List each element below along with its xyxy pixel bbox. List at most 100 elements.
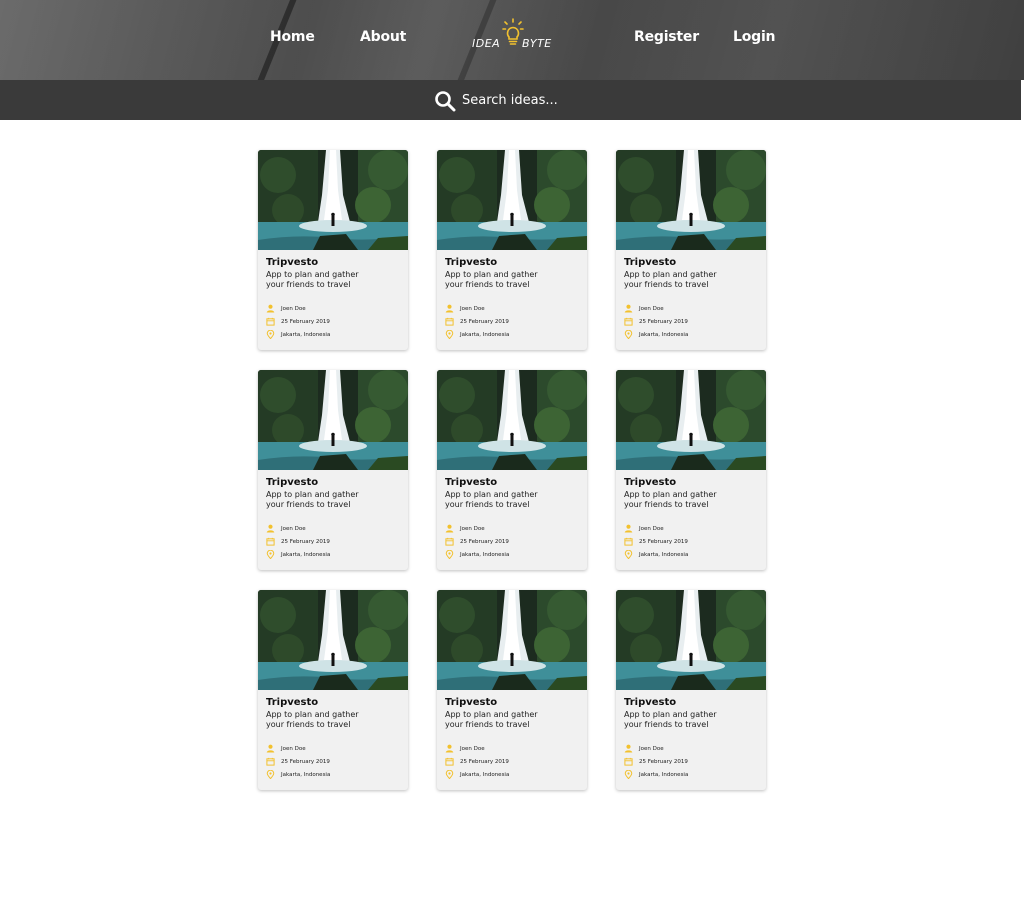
card-meta: Joen Doe 25 February 2019 Jakarta, Indon… bbox=[266, 302, 400, 341]
card-description-line: App to plan and gather bbox=[445, 490, 538, 499]
idea-card[interactable]: Tripvesto App to plan and gather your fr… bbox=[437, 590, 587, 790]
card-author-row: Joen Doe bbox=[445, 302, 579, 315]
location-pin-icon bbox=[624, 330, 633, 339]
idea-card[interactable]: Tripvesto App to plan and gather your fr… bbox=[258, 590, 408, 790]
card-date-row: 25 February 2019 bbox=[624, 315, 758, 328]
idea-card[interactable]: Tripvesto App to plan and gather your fr… bbox=[616, 150, 766, 350]
idea-card[interactable]: Tripvesto App to plan and gather your fr… bbox=[437, 370, 587, 570]
card-body: Tripvesto App to plan and gather your fr… bbox=[616, 470, 766, 561]
card-author-row: Joen Doe bbox=[266, 302, 400, 315]
card-body: Tripvesto App to plan and gather your fr… bbox=[437, 250, 587, 341]
search-input[interactable] bbox=[462, 90, 642, 110]
card-description: App to plan and gather your friends to t… bbox=[445, 490, 545, 510]
card-location-row: Jakarta, Indonesia bbox=[445, 768, 579, 781]
card-location: Jakarta, Indonesia bbox=[639, 331, 689, 338]
calendar-icon bbox=[624, 537, 633, 546]
card-location: Jakarta, Indonesia bbox=[460, 331, 510, 338]
waterfall-image bbox=[437, 150, 587, 250]
card-meta: Joen Doe 25 February 2019 Jakarta, Indon… bbox=[445, 522, 579, 561]
idea-card[interactable]: Tripvesto App to plan and gather your fr… bbox=[258, 150, 408, 350]
card-body: Tripvesto App to plan and gather your fr… bbox=[258, 470, 408, 561]
card-location-row: Jakarta, Indonesia bbox=[624, 328, 758, 341]
card-author: Joen Doe bbox=[281, 305, 306, 312]
card-date: 25 February 2019 bbox=[639, 318, 688, 325]
card-author-row: Joen Doe bbox=[624, 522, 758, 535]
location-pin-icon bbox=[624, 770, 633, 779]
card-date: 25 February 2019 bbox=[460, 538, 509, 545]
card-date-row: 25 February 2019 bbox=[266, 755, 400, 768]
card-title: Tripvesto bbox=[266, 257, 319, 268]
card-title: Tripvesto bbox=[445, 477, 498, 488]
user-icon bbox=[445, 524, 454, 533]
user-icon bbox=[624, 304, 633, 313]
card-date-row: 25 February 2019 bbox=[624, 755, 758, 768]
card-body: Tripvesto App to plan and gather your fr… bbox=[258, 250, 408, 341]
card-description-line: your friends to travel bbox=[624, 280, 709, 289]
card-date: 25 February 2019 bbox=[281, 318, 330, 325]
card-description-line: App to plan and gather bbox=[624, 490, 717, 499]
nav-about-link[interactable]: About bbox=[360, 29, 406, 45]
card-date: 25 February 2019 bbox=[639, 758, 688, 765]
card-location-row: Jakarta, Indonesia bbox=[624, 548, 758, 561]
calendar-icon bbox=[266, 317, 275, 326]
card-author: Joen Doe bbox=[639, 745, 664, 752]
card-date: 25 February 2019 bbox=[281, 758, 330, 765]
waterfall-image bbox=[258, 150, 408, 250]
user-icon bbox=[266, 304, 275, 313]
location-pin-icon bbox=[266, 550, 275, 559]
card-meta: Joen Doe 25 February 2019 Jakarta, Indon… bbox=[624, 522, 758, 561]
logo-text-right: BYTE bbox=[522, 37, 552, 50]
card-description-line: App to plan and gather bbox=[266, 710, 359, 719]
card-date: 25 February 2019 bbox=[281, 538, 330, 545]
lightbulb-icon bbox=[502, 18, 524, 45]
card-description-line: your friends to travel bbox=[624, 720, 709, 729]
card-title: Tripvesto bbox=[624, 697, 677, 708]
waterfall-image bbox=[258, 590, 408, 690]
idea-card-grid: Tripvesto App to plan and gather your fr… bbox=[258, 150, 766, 790]
waterfall-image bbox=[437, 590, 587, 690]
card-location: Jakarta, Indonesia bbox=[639, 551, 689, 558]
nav-login-link[interactable]: Login bbox=[733, 29, 776, 45]
calendar-icon bbox=[266, 757, 275, 766]
card-location: Jakarta, Indonesia bbox=[639, 771, 689, 778]
nav-home-link[interactable]: Home bbox=[270, 29, 315, 45]
card-meta: Joen Doe 25 February 2019 Jakarta, Indon… bbox=[445, 742, 579, 781]
calendar-icon bbox=[624, 317, 633, 326]
calendar-icon bbox=[266, 537, 275, 546]
idea-card[interactable]: Tripvesto App to plan and gather your fr… bbox=[437, 150, 587, 350]
card-description-line: your friends to travel bbox=[266, 720, 351, 729]
card-date: 25 February 2019 bbox=[460, 758, 509, 765]
search-icon[interactable] bbox=[434, 90, 456, 112]
card-date-row: 25 February 2019 bbox=[445, 755, 579, 768]
header: Home About IDEA BYTE Register Login bbox=[0, 0, 1024, 80]
card-title: Tripvesto bbox=[266, 477, 319, 488]
card-date-row: 25 February 2019 bbox=[266, 535, 400, 548]
card-body: Tripvesto App to plan and gather your fr… bbox=[616, 250, 766, 341]
card-location-row: Jakarta, Indonesia bbox=[624, 768, 758, 781]
idea-card[interactable]: Tripvesto App to plan and gather your fr… bbox=[258, 370, 408, 570]
card-description-line: your friends to travel bbox=[266, 280, 351, 289]
card-author: Joen Doe bbox=[281, 745, 306, 752]
idea-card[interactable]: Tripvesto App to plan and gather your fr… bbox=[616, 370, 766, 570]
card-location: Jakarta, Indonesia bbox=[460, 771, 510, 778]
idea-card[interactable]: Tripvesto App to plan and gather your fr… bbox=[616, 590, 766, 790]
location-pin-icon bbox=[445, 770, 454, 779]
waterfall-image bbox=[616, 150, 766, 250]
card-author: Joen Doe bbox=[281, 525, 306, 532]
card-author-row: Joen Doe bbox=[624, 742, 758, 755]
card-author: Joen Doe bbox=[460, 305, 485, 312]
card-author: Joen Doe bbox=[460, 525, 485, 532]
card-author-row: Joen Doe bbox=[266, 742, 400, 755]
card-location-row: Jakarta, Indonesia bbox=[266, 548, 400, 561]
card-author: Joen Doe bbox=[639, 525, 664, 532]
logo[interactable]: IDEA BYTE bbox=[470, 18, 554, 52]
card-author-row: Joen Doe bbox=[624, 302, 758, 315]
card-title: Tripvesto bbox=[445, 257, 498, 268]
card-meta: Joen Doe 25 February 2019 Jakarta, Indon… bbox=[266, 522, 400, 561]
card-meta: Joen Doe 25 February 2019 Jakarta, Indon… bbox=[445, 302, 579, 341]
location-pin-icon bbox=[266, 770, 275, 779]
user-icon bbox=[624, 524, 633, 533]
nav-register-link[interactable]: Register bbox=[634, 29, 699, 45]
location-pin-icon bbox=[624, 550, 633, 559]
user-icon bbox=[266, 744, 275, 753]
